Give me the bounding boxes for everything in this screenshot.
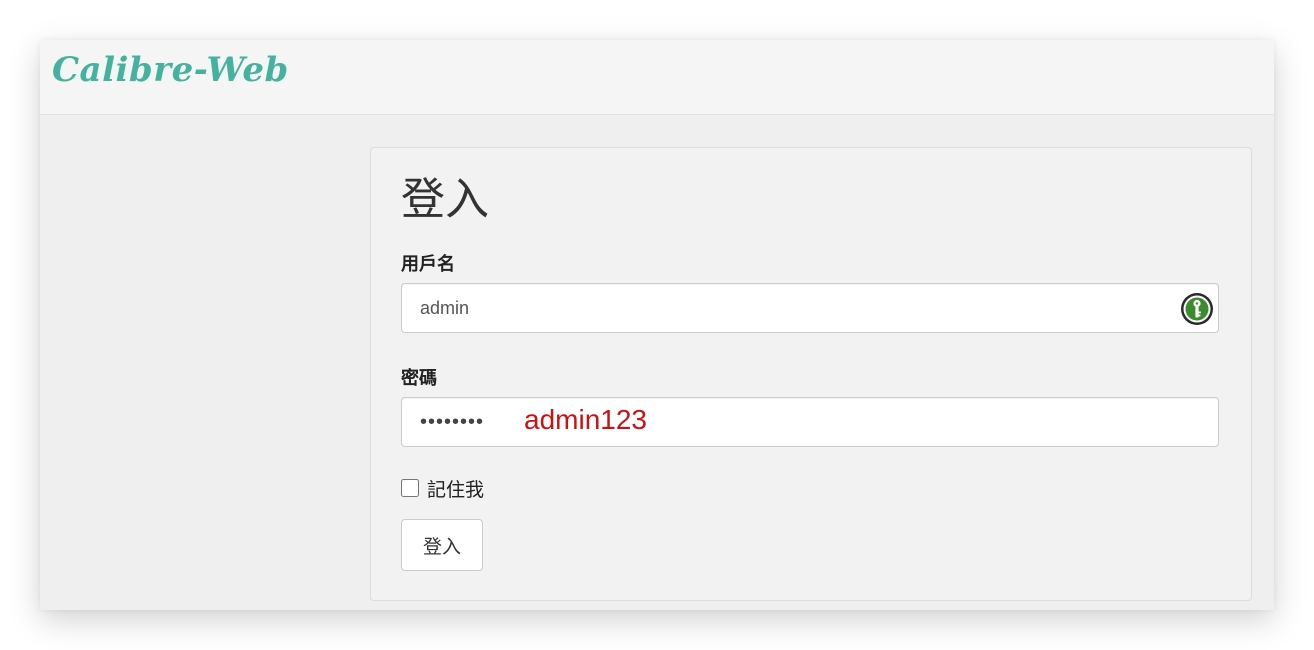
brand-logo[interactable]: Calibre-Web — [52, 50, 289, 90]
password-input[interactable] — [402, 398, 512, 446]
remember-me: 記住我 — [401, 474, 484, 502]
remember-me-label[interactable]: 記住我 — [427, 475, 484, 502]
username-field-box — [401, 283, 1219, 333]
username-label: 用戶名 — [401, 254, 455, 275]
remember-me-checkbox[interactable] — [401, 479, 419, 497]
login-button[interactable]: 登入 — [401, 519, 483, 571]
username-input[interactable] — [402, 284, 1218, 332]
key-icon[interactable] — [1180, 292, 1214, 326]
app-window: Calibre-Web 登入 用戶名 密碼 ad — [40, 40, 1274, 610]
password-annotation: admin123 — [524, 404, 647, 435]
navbar: Calibre-Web — [40, 40, 1274, 115]
password-field-box: admin123 — [401, 397, 1219, 447]
login-panel: 登入 用戶名 密碼 admin123 — [370, 147, 1252, 601]
password-label: 密碼 — [401, 368, 437, 389]
page-title: 登入 — [401, 174, 489, 225]
